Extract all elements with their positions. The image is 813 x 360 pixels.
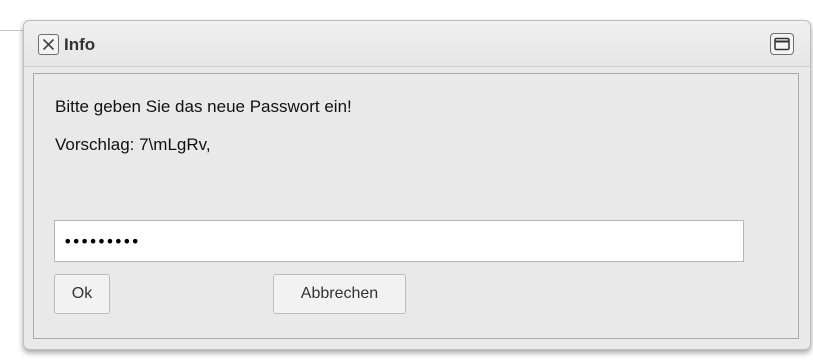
dialog-content: Bitte geben Sie das neue Passwort ein! V… [33, 73, 799, 339]
dialog-title: Info [64, 35, 96, 54]
cancel-button[interactable]: Abbrechen [273, 274, 406, 314]
ok-button[interactable]: Ok [54, 274, 110, 314]
password-suggestion-text: Vorschlag: 7\mLgRv, [55, 135, 211, 154]
page: Info Bitte geben Sie das neue Passwort e… [0, 0, 813, 360]
maximize-button[interactable] [770, 33, 794, 55]
password-prompt-text: Bitte geben Sie das neue Passwort ein! [55, 97, 352, 116]
dialog-titlebar[interactable]: Info [24, 21, 810, 67]
info-dialog: Info Bitte geben Sie das neue Passwort e… [23, 20, 811, 350]
close-button[interactable] [38, 34, 59, 55]
password-input[interactable] [54, 220, 744, 262]
